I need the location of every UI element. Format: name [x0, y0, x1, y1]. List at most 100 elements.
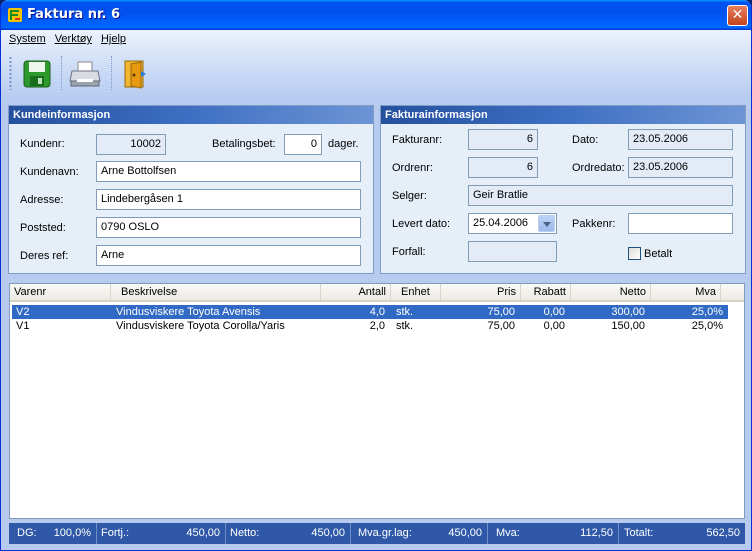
- levert-dato-label: Levert dato:: [392, 218, 451, 230]
- col-rabatt[interactable]: Rabatt: [521, 284, 571, 300]
- col-beskrivelse[interactable]: Beskrivelse: [111, 284, 321, 300]
- invoice-info-heading: Fakturainformasjon: [381, 106, 745, 124]
- status-dg: DG: 100,0%: [9, 523, 97, 544]
- close-icon: ✕: [731, 7, 744, 23]
- forfall-label: Forfall:: [392, 246, 426, 258]
- deres-ref-label: Deres ref:: [20, 250, 69, 262]
- col-antall[interactable]: Antall: [321, 284, 391, 300]
- cell-antall: 4,0: [369, 306, 385, 318]
- kundenr-field[interactable]: 10002: [96, 134, 166, 155]
- cell-pris: 75,00: [487, 306, 515, 318]
- poststed-field[interactable]: 0790 OSLO: [96, 217, 361, 238]
- status-dg-value: 100,0%: [53, 527, 91, 539]
- dato-field[interactable]: 23.05.2006: [628, 129, 733, 150]
- status-netto: Netto: 450,00: [226, 523, 351, 544]
- title-bar[interactable]: Faktura nr. 6 ✕: [1, 0, 751, 30]
- status-mva-label: Mva:: [496, 527, 520, 539]
- table-row[interactable]: V1 Vindusviskere Toyota Corolla/Yaris 2,…: [12, 319, 728, 333]
- table-row[interactable]: V2 Vindusviskere Toyota Avensis 4,0 stk.…: [12, 305, 728, 319]
- invoice-window: Faktura nr. 6 ✕ System Verktøy Hjelp Kun…: [0, 0, 752, 551]
- poststed-label: Poststed:: [20, 222, 66, 234]
- menu-hjelp[interactable]: Hjelp: [98, 30, 132, 45]
- cell-netto: 300,00: [611, 306, 645, 318]
- cell-enhet: stk.: [396, 306, 414, 318]
- cell-varenr: V2: [16, 306, 30, 318]
- status-mvagrlag-label: Mva.gr.lag:: [358, 527, 412, 539]
- cell-netto: 150,00: [611, 320, 645, 332]
- save-icon: [23, 60, 51, 88]
- toolbar-grip[interactable]: [9, 56, 12, 90]
- status-mva: Mva: 112,50: [488, 523, 619, 544]
- cell-mva: 25,0%: [691, 306, 723, 318]
- betalingsbet-label: Betalingsbet:: [212, 138, 276, 150]
- status-fortj-label: Fortj.:: [101, 527, 130, 539]
- status-netto-label: Netto:: [230, 527, 260, 539]
- betalingsbet-field[interactable]: 0: [284, 134, 322, 155]
- kundenr-label: Kundenr:: [20, 138, 65, 150]
- cell-mva: 25,0%: [691, 320, 723, 332]
- levert-dato-picker[interactable]: 25.04.2006: [468, 213, 557, 234]
- betalt-label: Betalt: [644, 248, 673, 260]
- selger-field[interactable]: Geir Bratlie: [468, 185, 733, 206]
- ordrenr-field[interactable]: 6: [468, 157, 538, 178]
- ordrenr-label: Ordrenr:: [392, 162, 433, 174]
- deres-ref-field[interactable]: Arne: [96, 245, 361, 266]
- customer-info-heading: Kundeinformasjon: [9, 106, 373, 124]
- cell-rabatt: 0,00: [543, 320, 565, 332]
- status-totalt-label: Totalt:: [624, 527, 654, 539]
- col-enhet[interactable]: Enhet: [391, 284, 441, 300]
- invoice-lines-grid[interactable]: Varenr Beskrivelse Antall Enhet Pris Rab…: [9, 283, 745, 519]
- levert-dato-value: 25.04.2006: [473, 217, 529, 229]
- cell-beskrivelse: Vindusviskere Toyota Avensis: [116, 306, 261, 318]
- cell-rabatt: 0,00: [543, 306, 565, 318]
- ordredato-label: Ordredato:: [572, 162, 625, 174]
- selger-label: Selger:: [392, 190, 427, 202]
- status-dg-label: DG:: [17, 527, 37, 539]
- fakturanr-label: Fakturanr:: [392, 134, 443, 146]
- status-mvagrlag-value: 450,00: [448, 527, 482, 539]
- kundenavn-field[interactable]: Arne Bottolfsen: [96, 161, 361, 182]
- menu-system[interactable]: System: [1, 30, 52, 45]
- exit-button[interactable]: [115, 54, 155, 94]
- status-mva-value: 112,50: [580, 527, 613, 539]
- status-fortj: Fortj.: 450,00: [97, 523, 226, 544]
- status-totalt: Totalt: 562,50: [619, 523, 745, 544]
- status-mvagrlag: Mva.gr.lag: 450,00: [351, 523, 488, 544]
- menu-bar: System Verktøy Hjelp: [1, 30, 751, 48]
- menu-verktoy[interactable]: Verktøy: [52, 30, 98, 45]
- betalt-checkbox[interactable]: [628, 247, 641, 260]
- col-varenr[interactable]: Varenr: [10, 284, 111, 300]
- cell-varenr: V1: [16, 320, 30, 332]
- status-netto-value: 450,00: [311, 527, 345, 539]
- cell-pris: 75,00: [487, 320, 515, 332]
- status-fortj-value: 450,00: [186, 527, 220, 539]
- status-totalt-value: 562,50: [706, 527, 740, 539]
- cell-beskrivelse: Vindusviskere Toyota Corolla/Yaris: [116, 320, 285, 332]
- pakkenr-field[interactable]: [628, 213, 733, 234]
- cell-enhet: stk.: [396, 320, 414, 332]
- save-button[interactable]: [17, 54, 57, 94]
- grid-header: Varenr Beskrivelse Antall Enhet Pris Rab…: [10, 284, 744, 302]
- app-icon: [8, 8, 22, 22]
- forfall-field[interactable]: [468, 241, 557, 262]
- col-mva[interactable]: Mva: [651, 284, 721, 300]
- toolbar: [1, 50, 751, 98]
- window-title: Faktura nr. 6: [27, 7, 121, 22]
- fakturanr-field[interactable]: 6: [468, 129, 538, 150]
- chevron-down-icon[interactable]: [538, 215, 555, 232]
- adresse-field[interactable]: Lindebergåsen 1: [96, 189, 361, 210]
- close-button[interactable]: ✕: [727, 5, 748, 26]
- kundenavn-label: Kundenavn:: [20, 166, 79, 178]
- dato-label: Dato:: [572, 134, 599, 146]
- toolbar-separator: [111, 56, 113, 90]
- dager-label: dager.: [328, 138, 359, 150]
- print-button[interactable]: [65, 54, 105, 94]
- status-bar: DG: 100,0% Fortj.: 450,00 Netto: 450,00 …: [9, 523, 745, 544]
- col-netto[interactable]: Netto: [571, 284, 651, 300]
- ordredato-field[interactable]: 23.05.2006: [628, 157, 733, 178]
- col-pris[interactable]: Pris: [441, 284, 521, 300]
- cell-antall: 2,0: [369, 320, 385, 332]
- toolbar-separator: [61, 56, 63, 90]
- print-icon: [69, 61, 101, 87]
- pakkenr-label: Pakkenr:: [572, 218, 616, 230]
